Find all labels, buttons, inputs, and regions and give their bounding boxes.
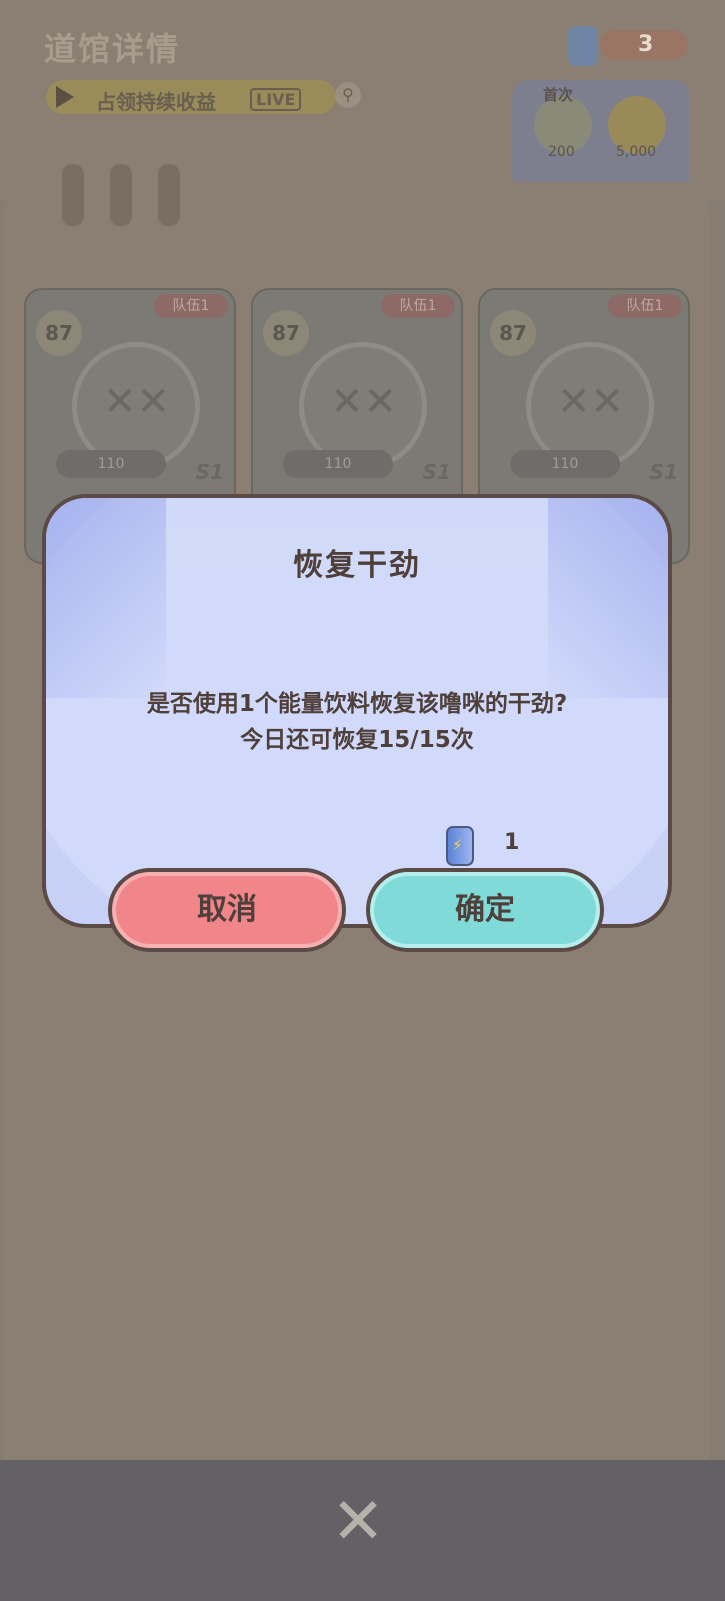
restore-energy-dialog: 恢复干劲 是否使用1个能量饮料恢复该噜咪的干劲? 今日还可恢复15/15次 ⚡ … xyxy=(42,494,672,928)
binder-ring xyxy=(110,164,132,226)
reward-label: 首次 xyxy=(543,86,574,104)
dialog-decoration xyxy=(46,498,166,698)
team-badge: 队伍1 xyxy=(608,294,682,318)
level-badge: 87 xyxy=(263,310,309,356)
reward-value: 200 xyxy=(548,144,575,160)
dialog-message: 是否使用1个能量饮料恢复该噜咪的干劲? xyxy=(146,691,568,717)
dialog-remaining-count: 今日还可恢复15/15次 xyxy=(240,727,474,753)
energy-drink-can-icon xyxy=(568,26,598,66)
binder-ring xyxy=(62,164,84,226)
level-badge: 87 xyxy=(490,310,536,356)
level-badge: 87 xyxy=(36,310,82,356)
page-title: 道馆详情 xyxy=(44,30,181,68)
season-tag: S1 xyxy=(422,460,451,484)
energy-drink-can-icon: ⚡ xyxy=(446,826,474,866)
cancel-button[interactable]: 取消 xyxy=(108,868,346,952)
reward-value: 5,000 xyxy=(616,144,657,160)
confirm-button[interactable]: 确定 xyxy=(366,868,604,952)
live-logo: LIVE xyxy=(250,88,302,111)
search-icon: ⚲ xyxy=(335,82,361,108)
income-banner-text: 占领持续收益 xyxy=(96,90,216,114)
team-badge: 队伍1 xyxy=(154,294,228,318)
stat-value: 110 xyxy=(283,450,393,478)
cost-amount: 1 xyxy=(504,830,520,855)
dialog-title: 恢复干劲 xyxy=(293,548,421,583)
season-tag: S1 xyxy=(649,460,678,484)
stat-value: 110 xyxy=(510,450,620,478)
currency-count: 3 xyxy=(638,32,654,57)
play-icon xyxy=(56,86,74,108)
season-tag: S1 xyxy=(195,460,224,484)
binder-ring xyxy=(158,164,180,226)
close-button[interactable]: ✕ xyxy=(328,1490,388,1554)
dialog-decoration xyxy=(548,498,668,698)
stat-value: 110 xyxy=(56,450,166,478)
team-badge: 队伍1 xyxy=(381,294,455,318)
